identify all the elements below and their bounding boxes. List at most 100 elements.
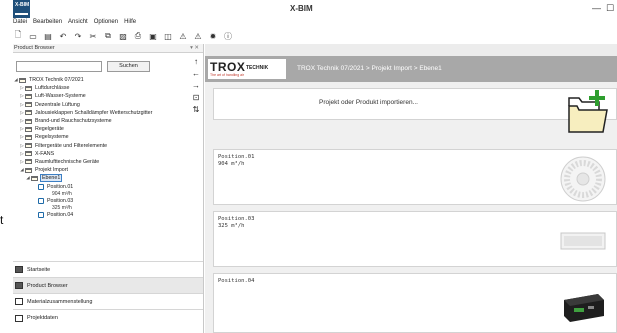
folder-icon <box>25 159 32 165</box>
position-item[interactable]: Position.01 <box>13 182 201 190</box>
tree-item[interactable]: ◢ Projekt Import <box>13 166 201 174</box>
tree-item[interactable]: ▷ Raumlufttechnische Geräte <box>13 158 201 166</box>
search-button[interactable]: Suchen <box>107 61 150 72</box>
position-item[interactable]: Position.04 <box>13 211 201 219</box>
paste-icon[interactable]: ▨ <box>118 31 128 41</box>
trox-logo: TROX TECHNIK The art of handling air <box>208 59 286 79</box>
tree-item-label: TROX Technik 07/2021 <box>29 77 84 84</box>
folder-open-icon <box>25 167 32 173</box>
toolbar: 🗋 ▭ ▤ ↶ ↷ ✂ ⧉ ▨ ⎙ ▣ ◫ ⚠ ⚠ ✹ ⓘ <box>13 30 233 42</box>
folder-open-icon <box>31 175 38 181</box>
breadcrumb: TROX Technik 07/2021 > Projekt Import > … <box>297 65 442 72</box>
save-icon[interactable]: ▤ <box>43 31 53 41</box>
air-handling-unit-icon <box>558 282 608 332</box>
folder-add-icon[interactable] <box>565 88 611 136</box>
tree-item-label: Regelsysteme <box>35 134 69 141</box>
tree-item-label: Projekt Import <box>35 167 68 174</box>
menu-ansicht[interactable]: Ansicht <box>68 19 88 29</box>
nav-product-browser[interactable]: Product Browser <box>13 277 203 293</box>
maximize-button[interactable]: ☐ <box>606 3 614 14</box>
open-folder-icon[interactable]: ▭ <box>28 31 38 41</box>
position-card[interactable]: Position.01 904 m³/h <box>213 149 617 205</box>
pane-controls[interactable]: ▾ ✕ <box>190 45 199 51</box>
tree-item-label: Regelgeräte <box>35 126 64 133</box>
tree-item-label: Luft-Wasser-Systeme <box>35 93 86 100</box>
tree-item-label: Luftdurchlässe <box>35 85 70 92</box>
stray-text: t <box>0 213 4 227</box>
import-card[interactable]: Projekt oder Produkt importieren... <box>213 88 617 120</box>
window-title: X-BIM <box>290 4 313 13</box>
tree-item-selected[interactable]: ◢ Ebene1 <box>13 174 201 183</box>
grid-icon <box>15 266 23 273</box>
tree-item[interactable]: ◢ TROX Technik 07/2021 <box>13 76 201 84</box>
arrow-right-icon[interactable]: → <box>190 80 202 92</box>
tree-item[interactable]: ▷ Regelsysteme <box>13 133 201 141</box>
position-doc-icon <box>38 183 44 190</box>
search-input[interactable] <box>16 61 102 72</box>
title-bar: X-BIM X-BIM — ☐ <box>0 0 617 18</box>
tree-item-label: Raumlufttechnische Geräte <box>35 158 100 165</box>
minimize-button[interactable]: — <box>592 3 601 13</box>
undo-icon[interactable]: ↶ <box>58 31 68 41</box>
print-icon[interactable]: ⎙ <box>133 31 143 41</box>
cut-icon[interactable]: ✂ <box>88 31 98 41</box>
nav-label: Startseite <box>27 266 51 273</box>
folder-icon <box>25 110 32 116</box>
position-label: Position.04 <box>47 211 74 218</box>
app-logo-text: X-BIM <box>15 2 30 8</box>
folder-icon <box>25 126 32 132</box>
position-label: Position.01 <box>47 183 74 190</box>
folder-icon <box>25 85 32 91</box>
content-area: TROX TECHNIK The art of handling air TRO… <box>205 44 617 333</box>
arrow-up-icon[interactable]: ↑ <box>190 56 202 68</box>
redo-icon[interactable]: ↷ <box>73 31 83 41</box>
settings-icon[interactable]: ✹ <box>208 31 218 41</box>
folder-open-icon <box>19 77 26 83</box>
trox-brand: TROX <box>210 60 246 74</box>
product-tree: ◢ TROX Technik 07/2021 ▷ Luftdurchlässe … <box>13 76 201 219</box>
tree-item-label: Dezentrale Lüftung <box>35 101 80 108</box>
tree-item[interactable]: ▷ Brand-und Rauchschutzsysteme <box>13 117 201 125</box>
list-icon <box>15 298 23 305</box>
menu-bearbeiten[interactable]: Bearbeiten <box>33 19 62 29</box>
data-icon <box>15 314 23 322</box>
tree-item[interactable]: ▷ Luft-Wasser-Systeme <box>13 92 201 100</box>
position-doc-icon <box>38 197 44 204</box>
tree-item[interactable]: ▷ Regelgeräte <box>13 125 201 133</box>
info-icon[interactable]: ⓘ <box>223 31 233 41</box>
tree-item[interactable]: ▷ Filtergeräte und Filterelemente <box>13 142 201 150</box>
copy-icon[interactable]: ⧉ <box>103 31 113 41</box>
position-card[interactable]: Position.04 <box>213 273 617 333</box>
content-top-strip <box>205 44 617 56</box>
tree-item[interactable]: ▷ Jalousieklappen Schalldämpfer Wettersc… <box>13 109 201 117</box>
add-item-icon[interactable]: ⊡ <box>190 92 202 104</box>
position-item[interactable]: Position.03 <box>13 197 201 205</box>
position-card[interactable]: Position.03 325 m³/h <box>213 211 617 267</box>
nav-materialzusammenstellung[interactable]: Materialzusammenstellung <box>13 293 203 309</box>
warning2-icon[interactable]: ⚠ <box>193 31 203 41</box>
tree-item[interactable]: ▷ Dezentrale Lüftung <box>13 101 201 109</box>
import-label: Projekt oder Produkt importieren... <box>319 99 418 106</box>
position-label: Position.03 <box>47 197 74 204</box>
arrow-left-icon[interactable]: ← <box>190 68 202 80</box>
trox-tagline: The art of handling air <box>210 73 245 77</box>
tree-item[interactable]: ▷ Luftdurchlässe <box>13 84 201 92</box>
folder-icon <box>25 151 32 157</box>
new-file-icon[interactable]: 🗋 <box>13 30 23 41</box>
nav-projektdaten[interactable]: Projektdaten <box>13 309 203 326</box>
books-icon <box>15 282 23 289</box>
window2-icon[interactable]: ◫ <box>163 31 173 41</box>
folder-icon <box>25 102 32 108</box>
tree-item[interactable]: ▷ X-FANS <box>13 150 201 158</box>
sort-icon[interactable]: ⇅ <box>190 104 202 116</box>
tree-item-label: Brand-und Rauchschutzsysteme <box>35 118 112 125</box>
nav-startseite[interactable]: Startseite <box>13 261 203 277</box>
position-flow: 904 m³/h <box>218 161 245 167</box>
menu-datei[interactable]: Datei <box>13 19 27 29</box>
warning-icon[interactable]: ⚠ <box>178 31 188 41</box>
window-icon[interactable]: ▣ <box>148 31 158 41</box>
menu-hilfe[interactable]: Hilfe <box>124 19 136 29</box>
menu-optionen[interactable]: Optionen <box>94 19 118 29</box>
nav-label: Projektdaten <box>27 315 58 321</box>
search-row: Suchen <box>16 61 196 73</box>
